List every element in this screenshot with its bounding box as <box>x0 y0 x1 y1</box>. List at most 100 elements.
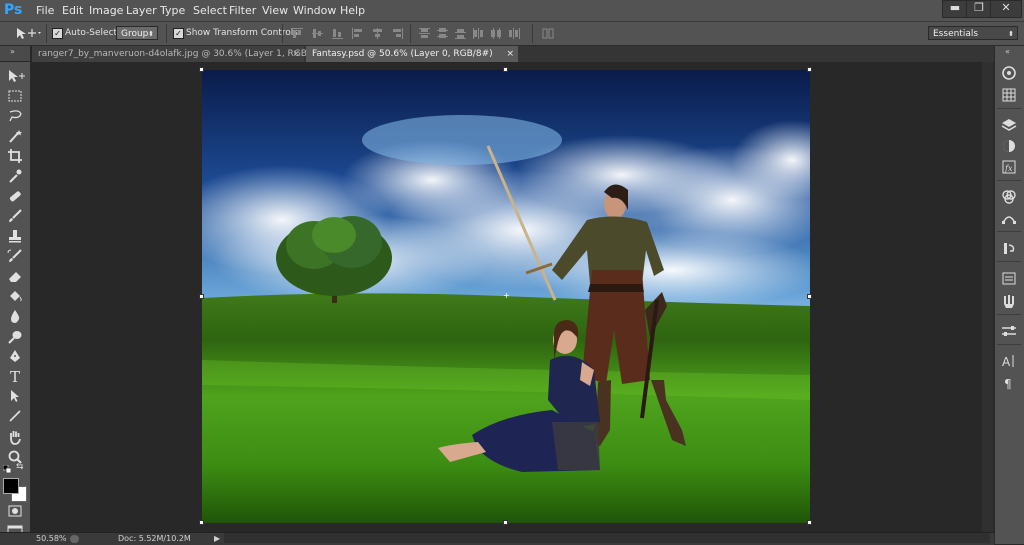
adjustments-panel-button[interactable] <box>999 137 1019 155</box>
distribute-bottom-icon[interactable] <box>454 27 467 40</box>
paragraph-panel-button[interactable]: ¶ <box>999 374 1019 392</box>
swap-colors-icon[interactable]: ⇆ <box>16 462 26 472</box>
auto-align-layers-icon[interactable] <box>542 27 555 40</box>
auto-select-target-dropdown[interactable]: Group ⬍ <box>116 26 158 40</box>
brush-panel-button[interactable] <box>999 322 1019 340</box>
menu-view[interactable]: View <box>262 0 288 21</box>
menu-filter[interactable]: Filter <box>229 0 256 21</box>
tab-fantasy[interactable]: Fantasy.psd @ 50.6% (Layer 0, RGB/8#) × <box>306 46 518 62</box>
tools-panel: T ⇆ <box>0 62 31 537</box>
eraser-icon <box>9 272 21 282</box>
history-brush-tool[interactable] <box>4 247 26 265</box>
options-bar: ✓ Auto-Select: Group ⬍ ✓ Show Transform … <box>0 22 1024 46</box>
clone-stamp-tool[interactable] <box>4 227 26 245</box>
status-info-icon[interactable] <box>70 535 79 543</box>
move-tool-icon <box>17 28 41 39</box>
close-window-button[interactable]: ✕ <box>990 0 1022 18</box>
close-icon[interactable]: × <box>506 46 514 62</box>
marquee-tool[interactable] <box>4 87 26 105</box>
zoom-level[interactable]: 50.58% <box>36 533 67 545</box>
type-icon: T <box>10 368 20 386</box>
distribute-right-icon[interactable] <box>508 27 521 40</box>
divider <box>282 24 283 43</box>
swatches-panel-button[interactable] <box>999 86 1019 104</box>
brush-tool[interactable] <box>4 207 26 225</box>
channels-icon <box>1002 190 1016 204</box>
paths-panel-button[interactable] <box>999 209 1019 227</box>
layers-panel-button[interactable] <box>999 116 1019 134</box>
distribute-top-icon[interactable] <box>418 27 431 40</box>
show-transform-checkbox[interactable]: ✓ <box>173 28 184 39</box>
lasso-tool[interactable] <box>4 107 26 125</box>
align-vcenter-icon[interactable] <box>311 27 324 40</box>
menu-layer[interactable]: Layer <box>126 0 157 21</box>
transform-handle-middle-left[interactable] <box>199 294 204 299</box>
tab-ranger7[interactable]: ranger7_by_manveruon-d4olafk.jpg @ 30.6%… <box>32 46 331 62</box>
styles-panel-button[interactable]: fx <box>999 158 1019 176</box>
default-colors-icon[interactable] <box>2 463 12 474</box>
blur-tool[interactable] <box>4 307 26 325</box>
eyedropper-tool[interactable] <box>4 167 26 185</box>
transform-handle-top-right[interactable] <box>807 67 812 72</box>
align-right-icon[interactable] <box>391 27 404 40</box>
quick-mask-button[interactable] <box>4 502 26 520</box>
align-bottom-icon[interactable] <box>331 27 344 40</box>
history-panel-button[interactable] <box>999 239 1019 257</box>
character-panel-button[interactable]: A <box>999 352 1019 370</box>
move-tool[interactable] <box>4 67 26 85</box>
align-left-icon[interactable] <box>351 27 364 40</box>
auto-select-checkbox[interactable]: ✓ <box>52 28 63 39</box>
transform-handle-bottom-left[interactable] <box>199 520 204 525</box>
channels-panel-button[interactable] <box>999 188 1019 206</box>
marquee-icon <box>8 90 22 102</box>
color-panel-button[interactable] <box>999 64 1019 82</box>
hand-tool[interactable] <box>4 428 26 446</box>
status-menu-arrow-icon[interactable]: ▶ <box>214 533 220 545</box>
path-selection-tool[interactable] <box>4 387 26 405</box>
distribute-vcenter-icon[interactable] <box>436 27 449 40</box>
dodge-tool[interactable] <box>4 327 26 345</box>
transform-center-icon[interactable]: + <box>503 292 510 300</box>
menu-file[interactable]: File <box>36 0 54 21</box>
paint-bucket-tool[interactable] <box>4 287 26 305</box>
healing-brush-tool[interactable] <box>4 187 26 205</box>
properties-panel-button[interactable] <box>999 269 1019 287</box>
paragraph-icon: ¶ <box>1004 377 1012 391</box>
horizontal-scrollbar[interactable] <box>224 533 990 543</box>
move-tool-preset-picker[interactable] <box>14 26 42 41</box>
menu-image[interactable]: Image <box>89 0 123 21</box>
type-tool[interactable]: T <box>4 367 26 386</box>
menu-edit[interactable]: Edit <box>62 0 83 21</box>
restore-button[interactable]: ❐ <box>966 0 992 18</box>
transform-handle-top-center[interactable] <box>503 67 508 72</box>
brush-presets-panel-button[interactable] <box>999 292 1019 310</box>
expand-panels-icon[interactable]: « <box>1005 47 1010 56</box>
menu-type[interactable]: Type <box>160 0 185 21</box>
align-top-icon[interactable] <box>291 27 304 40</box>
distribute-left-icon[interactable] <box>472 27 485 40</box>
divider <box>166 24 167 43</box>
chevron-updown-icon: ⬍ <box>148 30 154 38</box>
foreground-color-swatch[interactable] <box>3 478 19 494</box>
menu-select[interactable]: Select <box>193 0 227 21</box>
auto-select-label: Auto-Select: <box>65 28 121 38</box>
transform-handle-bottom-center[interactable] <box>503 520 508 525</box>
toolbar-grip[interactable]: » <box>0 46 30 61</box>
minimize-button[interactable]: ▬ <box>942 0 968 18</box>
transform-handle-middle-right[interactable] <box>807 294 812 299</box>
line-tool[interactable] <box>4 407 26 425</box>
vertical-scrollbar[interactable] <box>982 62 993 532</box>
transform-handle-bottom-right[interactable] <box>807 520 812 525</box>
transform-handle-top-left[interactable] <box>199 67 204 72</box>
menu-window[interactable]: Window <box>293 0 336 21</box>
workspace-dropdown[interactable]: Essentials ⬍ <box>928 26 1018 40</box>
magic-wand-tool[interactable] <box>4 127 26 145</box>
close-icon[interactable]: × <box>292 46 300 62</box>
align-hcenter-icon[interactable] <box>371 27 384 40</box>
eraser-tool[interactable] <box>4 267 26 285</box>
pen-tool[interactable] <box>4 347 26 365</box>
distribute-hcenter-icon[interactable] <box>490 27 503 40</box>
crop-tool[interactable] <box>4 147 26 165</box>
menu-help[interactable]: Help <box>340 0 365 21</box>
color-wheel-icon <box>1002 66 1016 80</box>
